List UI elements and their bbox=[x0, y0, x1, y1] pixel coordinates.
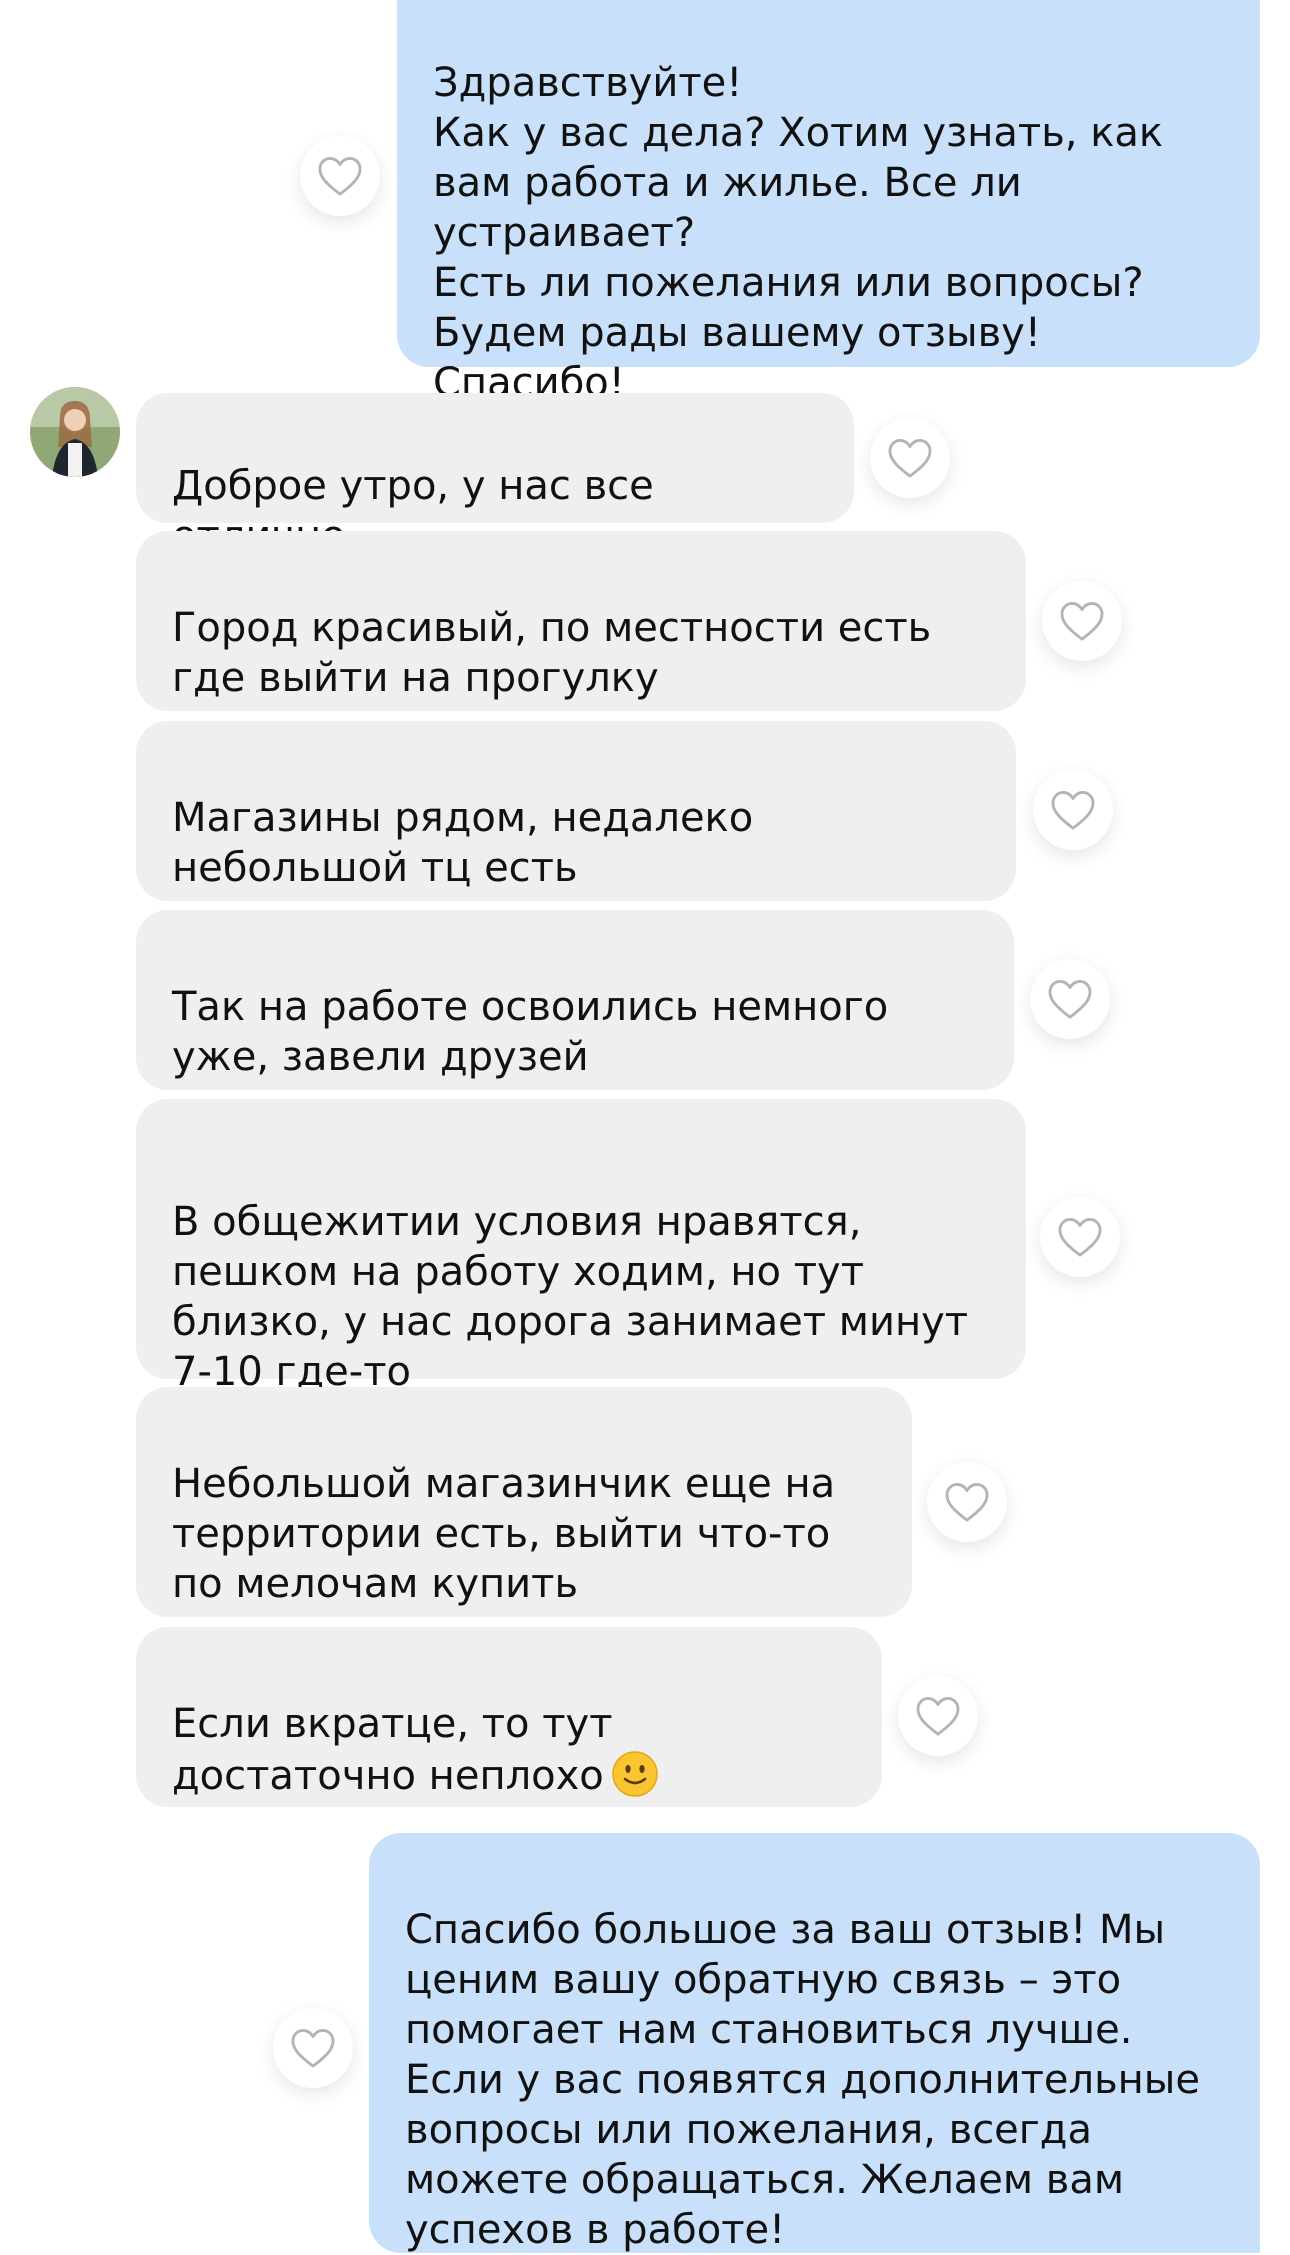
heart-outline-icon bbox=[888, 439, 932, 478]
like-button[interactable] bbox=[1040, 1197, 1120, 1277]
heart-outline-icon bbox=[1048, 980, 1092, 1019]
message-text: В общежитии условия нравятся, пешком на … bbox=[172, 1199, 969, 1395]
message-incoming[interactable]: Город красивый, по местности есть где вы… bbox=[136, 531, 1026, 711]
message-incoming[interactable]: Если вкратце, то тут достаточно неплохо bbox=[136, 1627, 882, 1807]
message-incoming[interactable]: Небольшой магазинчик еще на территории е… bbox=[136, 1387, 912, 1617]
like-button[interactable] bbox=[1033, 770, 1113, 850]
message-text: Если вкратце, то тут достаточно неплохо bbox=[172, 1701, 613, 1799]
heart-outline-icon bbox=[916, 1697, 960, 1736]
user-avatar-photo bbox=[30, 387, 120, 477]
heart-outline-icon bbox=[945, 1483, 989, 1522]
like-button[interactable] bbox=[898, 1676, 978, 1756]
message-text: Здравствуйте! Как у вас дела? Хотим узна… bbox=[433, 60, 1164, 406]
heart-outline-icon bbox=[1051, 791, 1095, 830]
like-button[interactable] bbox=[300, 136, 380, 216]
message-incoming[interactable]: Доброе утро, у нас все отлично bbox=[136, 393, 854, 559]
message-incoming[interactable]: Так на работе освоились немного уже, зав… bbox=[136, 910, 1014, 1090]
message-outgoing[interactable]: Здравствуйте! Как у вас дела? Хотим узна… bbox=[397, 0, 1260, 406]
like-button[interactable] bbox=[927, 1462, 1007, 1542]
message-text: Так на работе освоились немного уже, зав… bbox=[172, 984, 889, 1080]
heart-outline-icon bbox=[1060, 602, 1104, 641]
message-text: Магазины рядом, недалеко небольшой тц ес… bbox=[172, 795, 754, 891]
user-avatar[interactable] bbox=[30, 387, 120, 477]
like-button[interactable] bbox=[273, 2008, 353, 2088]
like-button[interactable] bbox=[1030, 959, 1110, 1039]
message-incoming[interactable]: В общежитии условия нравятся, пешком на … bbox=[136, 1099, 1026, 1395]
message-text: Небольшой магазинчик еще на территории е… bbox=[172, 1461, 836, 1607]
slightly-smiling-face-icon bbox=[612, 1751, 658, 1797]
message-outgoing[interactable]: Спасибо большое за ваш отзыв! Мы ценим в… bbox=[369, 1833, 1260, 2253]
message-text: Город красивый, по местности есть где вы… bbox=[172, 605, 932, 701]
message-text: Спасибо большое за ваш отзыв! Мы ценим в… bbox=[405, 1907, 1200, 2253]
like-button[interactable] bbox=[1042, 581, 1122, 661]
message-incoming[interactable]: Магазины рядом, недалеко небольшой тц ес… bbox=[136, 721, 1016, 901]
like-button[interactable] bbox=[870, 418, 950, 498]
heart-outline-icon bbox=[318, 157, 362, 196]
heart-outline-icon bbox=[291, 2029, 335, 2068]
heart-outline-icon bbox=[1058, 1218, 1102, 1257]
